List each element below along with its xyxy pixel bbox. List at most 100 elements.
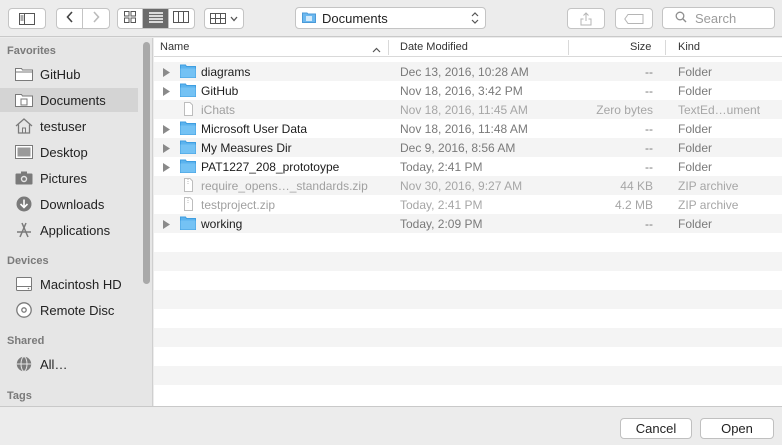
sidebar-heading-favorites: Favorites [7,45,56,57]
sidebar-scrollbar[interactable] [143,42,150,284]
file-kind: Folder [678,160,713,174]
file-kind: Folder [678,122,713,136]
table-row[interactable]: GitHub Nov 18, 2016, 3:42 PM -- Folder [154,81,782,100]
location-label: Documents [322,10,388,26]
folder-icon [180,216,196,230]
file-size: 44 KB [620,179,653,193]
view-mode-control [117,8,195,29]
empty-row [154,385,782,404]
sidebar-item-label: GitHub [40,66,81,82]
list-icon [148,11,163,26]
desktop-icon [14,143,34,161]
sidebar-item-label: Macintosh HD [40,276,122,292]
column-view-button[interactable] [169,9,194,28]
document-icon [180,102,196,116]
sidebar-item-desktop[interactable]: Desktop [0,140,138,164]
sidebar-item-documents[interactable]: Documents [0,88,138,112]
file-size: -- [645,84,653,98]
table-row[interactable]: diagrams Dec 13, 2016, 10:28 AM -- Folde… [154,62,782,81]
column-header-kind[interactable]: Kind [678,41,700,53]
sidebar-toggle-button[interactable] [8,8,46,29]
column-header-name[interactable]: Name [160,41,189,53]
camera-icon [14,169,34,187]
folder-icon [180,121,196,135]
empty-row [154,271,782,290]
back-button[interactable] [57,9,84,28]
table-row[interactable]: My Measures Dir Dec 9, 2016, 8:56 AM -- … [154,138,782,157]
share-button[interactable] [567,8,605,29]
arrange-menu-button[interactable] [204,8,244,29]
forward-button[interactable] [83,9,109,28]
folder-icon [180,83,196,97]
empty-row [154,309,782,328]
disclosure-triangle-icon[interactable] [163,66,170,80]
sidebar-item-remote-disc[interactable]: Remote Disc [0,298,138,322]
back-forward-control [56,8,110,29]
sidebar-item-pictures[interactable]: Pictures [0,166,138,190]
sidebar-item-downloads[interactable]: Downloads [0,192,138,216]
disclosure-triangle-icon[interactable] [163,161,170,175]
file-kind: Folder [678,217,713,231]
sidebar-item-label: All… [40,356,68,372]
location-popup[interactable]: Documents [295,7,486,29]
folder-icon [180,64,196,78]
file-date: Nov 30, 2016, 9:27 AM [400,179,523,193]
column-divider [388,40,389,55]
list-view-button[interactable] [143,9,169,28]
file-name: require_opens…_standards.zip [201,179,368,193]
table-row[interactable]: require_opens…_standards.zip Nov 30, 201… [154,176,782,195]
sidebar-item-all-shared[interactable]: All… [0,352,138,376]
sidebar-item-applications[interactable]: Applications [0,218,138,242]
toolbar: Documents Search [0,0,782,37]
sidebar-item-label: Documents [40,92,106,108]
sidebar-item-github[interactable]: GitHub [0,62,138,86]
updown-chevron-icon [471,11,479,28]
chevron-down-icon [230,16,238,22]
network-globe-icon [14,355,34,373]
file-name: iChats [201,103,236,117]
sidebar-item-label: Applications [40,222,111,238]
file-date: Nov 18, 2016, 11:48 AM [400,122,528,136]
cancel-button[interactable]: Cancel [620,418,692,439]
sidebar-item-label: Desktop [40,144,88,160]
file-size: -- [645,65,653,79]
disclosure-triangle-icon[interactable] [163,142,170,156]
folder-icon [180,140,196,154]
file-name: Microsoft User Data [201,122,308,136]
sidebar-item-testuser[interactable]: testuser [0,114,138,138]
file-name: PAT1227_208_prototoype [201,160,340,174]
file-name: testproject.zip [201,198,276,212]
table-row[interactable]: iChats Nov 18, 2016, 11:45 AM Zero bytes… [154,100,782,119]
empty-row [154,347,782,366]
home-icon [14,117,34,135]
disclosure-triangle-icon[interactable] [163,85,170,99]
file-rows: diagrams Dec 13, 2016, 10:28 AM -- Folde… [154,62,782,404]
empty-row [154,233,782,252]
search-icon [675,11,687,26]
table-row[interactable]: testproject.zip Today, 2:41 PM 4.2 MB ZI… [154,195,782,214]
icon-view-button[interactable] [118,9,144,28]
disclosure-triangle-icon[interactable] [163,218,170,232]
sidebar-item-macintosh-hd[interactable]: Macintosh HD [0,272,138,296]
table-row[interactable]: working Today, 2:09 PM -- Folder [154,214,782,233]
sidebar-heading-shared: Shared [7,335,45,347]
column-header-date[interactable]: Date Modified [400,41,468,53]
table-row[interactable]: Microsoft User Data Nov 18, 2016, 11:48 … [154,119,782,138]
sort-ascending-icon [372,44,381,56]
file-date: Dec 13, 2016, 10:28 AM [400,65,529,79]
empty-row [154,290,782,309]
column-header-size[interactable]: Size [630,41,651,53]
file-size: Zero bytes [596,103,653,117]
file-date: Nov 18, 2016, 11:45 AM [400,103,528,117]
tags-button[interactable] [615,8,653,29]
disclosure-triangle-icon[interactable] [163,123,170,137]
search-field[interactable]: Search [662,7,775,29]
file-name: GitHub [201,84,239,98]
open-button[interactable]: Open [700,418,774,439]
file-size: -- [645,217,653,231]
share-icon [580,11,592,26]
file-size: 4.2 MB [614,198,653,212]
sidebar-item-label: Downloads [40,196,105,212]
table-row[interactable]: PAT1227_208_prototoype Today, 2:41 PM --… [154,157,782,176]
file-kind: ZIP archive [678,179,739,193]
